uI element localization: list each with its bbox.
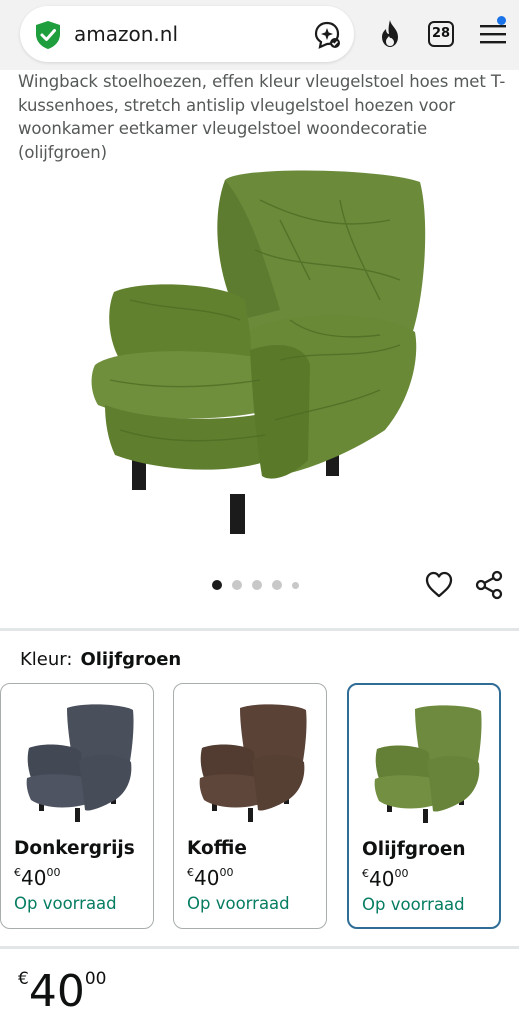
color-option-price: €4000 (187, 866, 234, 890)
product-title[interactable]: Wingback stoelhoezen, effen kleur vleuge… (18, 70, 508, 164)
product-image[interactable] (80, 160, 450, 540)
address-bar[interactable]: amazon.nl (20, 6, 354, 62)
ai-assistant-icon[interactable] (312, 20, 342, 50)
carousel-dot[interactable] (212, 580, 222, 590)
stock-status: Op voorraad (187, 894, 290, 913)
menu-icon[interactable] (480, 22, 506, 46)
swatch-image (26, 704, 134, 822)
price-whole: 40 (28, 966, 85, 1017)
carousel-dot[interactable] (292, 581, 299, 589)
notification-dot (497, 16, 506, 25)
fire-icon[interactable] (376, 18, 404, 50)
color-option-name: Donkergrijs (14, 838, 135, 859)
share-icon[interactable] (474, 570, 504, 600)
swatch-image (374, 705, 482, 823)
carousel-dot[interactable] (272, 580, 282, 590)
price-fraction: 00 (84, 969, 107, 989)
color-option-price: €4000 (14, 866, 61, 890)
color-option-price: €4000 (362, 867, 409, 891)
color-label: Kleur: Olijfgroen (20, 649, 182, 670)
section-divider (0, 628, 519, 631)
section-divider (0, 946, 519, 949)
color-option-olijfgroen[interactable]: Olijfgroen €4000 Op voorraad (347, 683, 501, 929)
swatch-image (199, 704, 307, 822)
tabs-counter-icon[interactable]: 28 (428, 21, 454, 47)
carousel-dot[interactable] (232, 580, 242, 590)
selected-color: Olijfgroen (80, 649, 182, 670)
color-option-name: Koffie (187, 838, 247, 859)
color-option-donkergrijs[interactable]: Donkergrijs €4000 Op voorraad (0, 683, 154, 929)
shield-check-icon[interactable] (34, 20, 62, 50)
browser-toolbar: amazon.nl 28 (0, 0, 519, 70)
stock-status: Op voorraad (362, 895, 465, 914)
url-text[interactable]: amazon.nl (74, 22, 178, 46)
heart-icon[interactable] (424, 570, 454, 600)
price-currency: € (18, 969, 29, 989)
carousel-dot[interactable] (252, 580, 262, 590)
image-carousel-dots[interactable] (212, 578, 299, 592)
color-option-koffie[interactable]: Koffie €4000 Op voorraad (173, 683, 327, 929)
stock-status: Op voorraad (14, 894, 117, 913)
product-price: €4000 (18, 966, 106, 1017)
color-option-name: Olijfgroen (362, 839, 466, 860)
